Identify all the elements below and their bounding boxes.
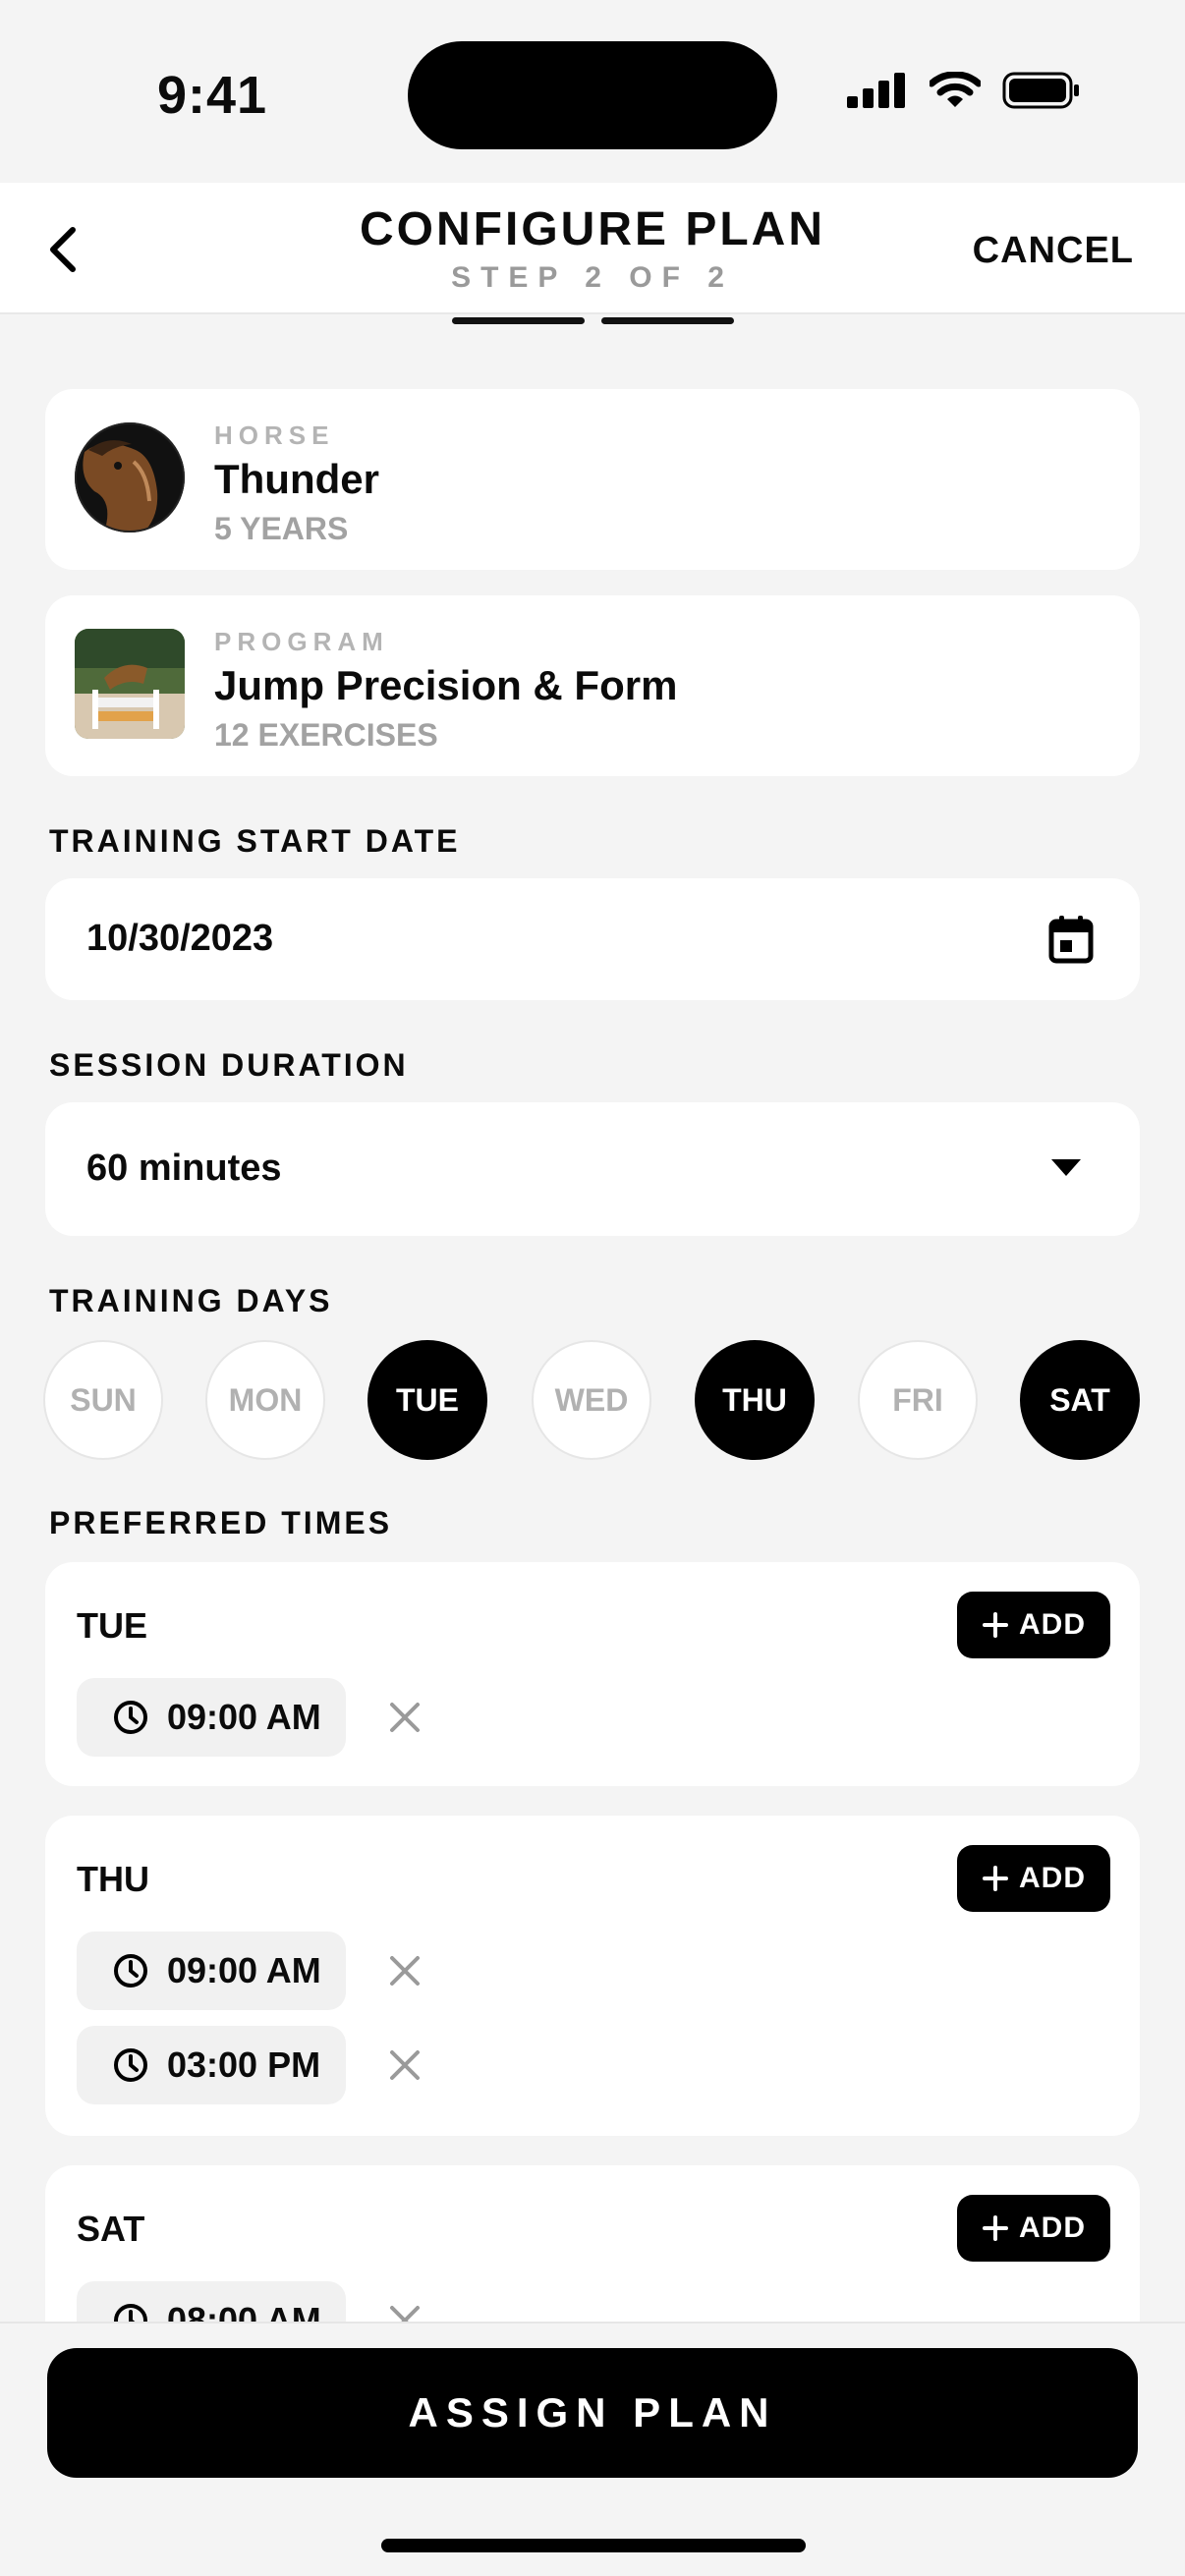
time-chip[interactable]: 09:00 AM [77,1932,346,2010]
time-card-day: TUE [77,1605,147,1646]
time-chip[interactable]: 03:00 PM [77,2026,346,2104]
add-label: ADD [1019,1608,1086,1641]
cellular-signal-icon [847,73,905,108]
cancel-button[interactable]: CANCEL [973,230,1134,272]
time-card-tue: TUE ADD 09:00 AM [45,1562,1140,1786]
day-toggle-mon[interactable]: MON [205,1340,325,1460]
remove-time-icon[interactable] [385,1698,424,1737]
remove-time-icon[interactable] [385,2045,424,2085]
clock-icon [114,2048,147,2082]
horse-kicker: HORSE [214,420,335,450]
chevron-down-icon [1051,1159,1081,1176]
home-indicator [381,2539,806,2552]
add-time-button[interactable]: ADD [957,1592,1110,1658]
time-chip-value: 03:00 PM [167,2044,321,2085]
program-exercise-count: 12 EXERCISES [214,717,438,753]
clock-icon [114,1701,147,1734]
start-date-field[interactable]: 10/30/2023 [45,878,1140,1000]
time-card-thu: THU ADD 09:00 AM 03:00 PM [45,1816,1140,2136]
add-label: ADD [1019,2212,1086,2244]
day-toggle-fri[interactable]: FRI [858,1340,978,1460]
program-thumbnail [75,629,185,739]
session-duration-value: 60 minutes [86,1148,282,1189]
status-time: 9:41 [157,66,268,125]
start-date-value: 10/30/2023 [86,918,274,959]
day-toggle-wed[interactable]: WED [532,1340,651,1460]
calendar-icon[interactable] [1047,914,1095,965]
step-progress-bar-1 [452,317,585,324]
step-progress-bar-2 [601,317,734,324]
session-duration-select[interactable]: 60 minutes [45,1102,1140,1236]
program-card[interactable]: PROGRAM Jump Precision & Form 12 EXERCIS… [45,595,1140,776]
time-chip[interactable]: 09:00 AM [77,1678,346,1757]
day-toggle-tue[interactable]: TUE [367,1340,487,1460]
plus-icon [983,1612,1008,1638]
program-name: Jump Precision & Form [214,662,678,708]
start-date-label: TRAINING START DATE [49,823,461,859]
nav-header: CONFIGURE PLAN STEP 2 OF 2 CANCEL [0,183,1185,314]
time-card-day: THU [77,1859,149,1899]
session-duration-label: SESSION DURATION [49,1047,409,1083]
assign-plan-button[interactable]: ASSIGN PLAN [47,2348,1138,2478]
time-chip-value: 09:00 AM [167,1697,321,1737]
time-chip-value: 09:00 AM [167,1950,321,1990]
wifi-icon [930,72,981,107]
status-icons [847,71,1081,110]
day-toggle-sat[interactable]: SAT [1020,1340,1140,1460]
plus-icon [983,1866,1008,1891]
dynamic-island [408,41,777,149]
clock-icon [114,1954,147,1988]
add-label: ADD [1019,1862,1086,1894]
training-days-label: TRAINING DAYS [49,1283,333,1318]
horse-card[interactable]: HORSE Thunder 5 YEARS [45,389,1140,570]
time-card-day: SAT [77,2209,145,2249]
horse-age: 5 YEARS [214,511,349,546]
status-bar: 9:41 [0,0,1185,183]
preferred-times-label: PREFERRED TIMES [49,1505,393,1540]
remove-time-icon[interactable] [385,1951,424,1990]
plus-icon [983,2215,1008,2241]
horse-name: Thunder [214,456,379,502]
day-toggle-sun[interactable]: SUN [43,1340,163,1460]
program-kicker: PROGRAM [214,627,389,656]
battery-icon [1002,72,1079,109]
add-time-button[interactable]: ADD [957,1845,1110,1912]
add-time-button[interactable]: ADD [957,2195,1110,2262]
day-toggle-thu[interactable]: THU [695,1340,815,1460]
horse-avatar [75,422,185,532]
